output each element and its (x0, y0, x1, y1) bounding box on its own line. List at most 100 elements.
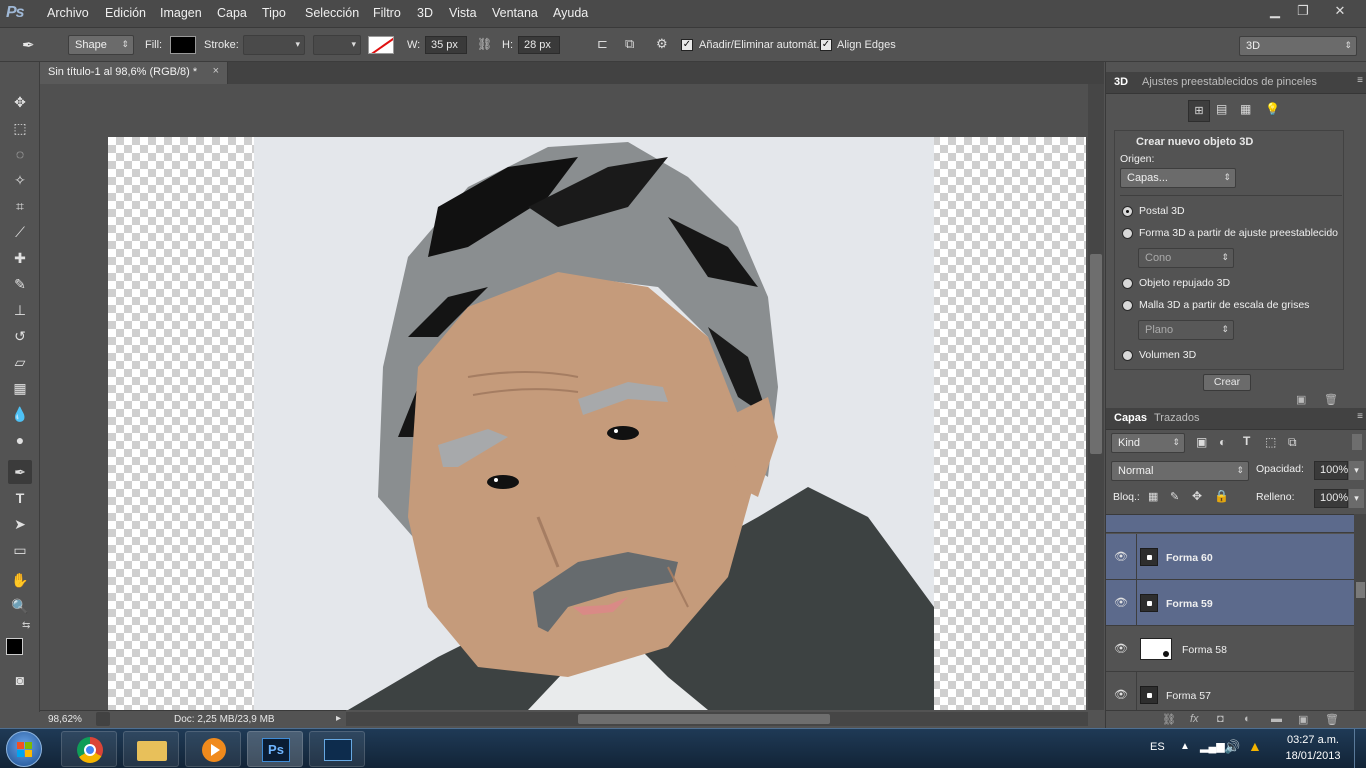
material-filter-icon[interactable]: ▦ (1240, 102, 1251, 116)
zoom-tool-icon[interactable]: 🔍 (8, 594, 32, 618)
eraser-tool-icon[interactable]: ▱ (8, 350, 32, 374)
eye-icon[interactable]: 👁 (1114, 596, 1128, 609)
light-filter-icon[interactable]: 💡 (1265, 102, 1280, 116)
type-filter-icon[interactable]: T (1243, 434, 1250, 448)
origin-dropdown[interactable]: Capas... ⇕ (1120, 168, 1236, 188)
eye-icon[interactable]: 👁 (1114, 550, 1128, 563)
horizontal-scrollbar[interactable] (346, 712, 1088, 726)
new-3d-layer-icon[interactable]: ▣ (1296, 393, 1306, 406)
radio-extrusion-3d[interactable] (1122, 278, 1133, 289)
new-group-icon[interactable]: ▬ (1271, 713, 1282, 725)
tab-layers[interactable]: Capas (1114, 412, 1147, 424)
clock-time[interactable]: 03:27 a.m. (1282, 734, 1344, 746)
width-input[interactable]: 35 px (425, 36, 467, 54)
layer-name[interactable]: Forma 57 (1166, 690, 1211, 702)
menu-edicion[interactable]: Edición (105, 6, 146, 20)
vertical-scrollbar[interactable] (1088, 84, 1104, 710)
show-desktop-button[interactable] (1354, 729, 1366, 768)
opacity-slider-icon[interactable]: ▾ (1349, 461, 1364, 480)
media-player-taskbar-icon[interactable] (185, 731, 241, 767)
radio-postcard-3d[interactable] (1122, 206, 1133, 217)
radio-shape-preset[interactable] (1122, 228, 1133, 239)
pixel-filter-icon[interactable]: ▣ (1196, 435, 1207, 449)
path-selection-tool-icon[interactable]: ➤ (8, 512, 32, 536)
network-signal-icon[interactable]: ▂▄▆ (1200, 740, 1225, 753)
align-edges-checkbox[interactable]: ✓ (820, 39, 832, 51)
mesh-filter-icon[interactable]: ▤ (1216, 102, 1227, 116)
status-preview-icon[interactable] (96, 712, 110, 726)
foreground-color-swatch[interactable] (6, 638, 23, 655)
lasso-tool-icon[interactable]: ◌ (8, 142, 32, 166)
mesh-preset-dropdown[interactable]: Plano ⇕ (1138, 320, 1234, 340)
lock-all-icon[interactable]: 🔒 (1214, 489, 1229, 503)
add-mask-icon[interactable]: ◘ (1217, 713, 1224, 725)
rectangle-tool-icon[interactable]: ▭ (8, 538, 32, 562)
path-arrangement-icon[interactable]: ⧉ (625, 36, 634, 52)
lock-image-icon[interactable]: ✎ (1170, 490, 1179, 503)
volume-icon[interactable]: 🔊 (1224, 739, 1240, 755)
gradient-tool-icon[interactable]: ▦ (8, 376, 32, 400)
opacity-input[interactable]: 100% (1314, 461, 1348, 480)
drive-sync-icon[interactable]: ▲ (1248, 738, 1262, 754)
language-indicator[interactable]: ES (1150, 741, 1165, 753)
workspace-dropdown[interactable]: 3D ⇕ (1239, 36, 1357, 56)
layer-name[interactable]: Forma 60 (1166, 552, 1213, 564)
healing-brush-tool-icon[interactable]: ✚ (8, 246, 32, 270)
crop-tool-icon[interactable]: ⌗ (8, 194, 32, 218)
close-tab-icon[interactable]: × (213, 65, 219, 77)
stroke-style-dropdown[interactable]: ▾ (313, 35, 361, 55)
layer-name[interactable]: Forma 59 (1166, 598, 1213, 610)
brush-tool-icon[interactable]: ✎ (8, 272, 32, 296)
tab-brush-presets[interactable]: Ajustes preestablecidos de pinceles (1142, 76, 1317, 88)
layer-row[interactable]: 👁 Forma 60 (1106, 534, 1354, 580)
fill-input[interactable]: 100% (1314, 489, 1348, 508)
clock-date[interactable]: 18/01/2013 (1282, 750, 1344, 762)
layers-scrollbar[interactable] (1354, 514, 1366, 710)
file-explorer-taskbar-icon[interactable] (123, 731, 179, 767)
lock-position-icon[interactable]: ✥ (1192, 489, 1202, 503)
menu-ayuda[interactable]: Ayuda (553, 6, 588, 20)
blend-mode-dropdown[interactable]: Normal ⇕ (1111, 461, 1249, 481)
eye-icon[interactable]: 👁 (1114, 642, 1128, 655)
status-menu-arrow-icon[interactable]: ▸ (336, 713, 341, 724)
pen-tool-icon[interactable]: ✒ (22, 36, 35, 54)
link-layers-icon[interactable]: ⛓ (1162, 713, 1176, 726)
close-window-button[interactable]: ✕ (1320, 2, 1360, 20)
menu-3d[interactable]: 3D (417, 6, 433, 20)
radio-volume-3d[interactable] (1122, 350, 1133, 361)
show-hidden-icons-icon[interactable]: ▲ (1180, 741, 1190, 752)
swap-colors-icon[interactable]: ⇆ (22, 620, 30, 631)
blur-tool-icon[interactable]: 💧 (8, 402, 32, 426)
layer-row[interactable]: 👁 Forma 58 (1106, 626, 1354, 672)
hand-tool-icon[interactable]: ✋ (8, 568, 32, 592)
layer-row[interactable]: 👁 Forma 57 (1106, 672, 1354, 710)
minimize-button[interactable]: ▁ (1260, 2, 1290, 20)
eyedropper-tool-icon[interactable]: ⟋ (8, 220, 32, 244)
fx-icon[interactable]: fx (1190, 713, 1199, 725)
trash-icon[interactable]: 🗑 (1324, 393, 1338, 406)
vertical-scroll-thumb[interactable] (1090, 254, 1102, 454)
height-input[interactable]: 28 px (518, 36, 560, 54)
layer-name[interactable]: Forma 58 (1182, 644, 1227, 656)
eye-icon[interactable]: 👁 (1114, 688, 1128, 701)
link-icon[interactable]: ⛓ (477, 37, 492, 51)
dodge-tool-icon[interactable]: ● (8, 428, 32, 452)
layer-row-partial[interactable] (1106, 515, 1354, 533)
app-window-taskbar-icon[interactable] (309, 731, 365, 767)
fill-swatch[interactable] (170, 36, 196, 54)
history-brush-tool-icon[interactable]: ↺ (8, 324, 32, 348)
zoom-level[interactable]: 98,62% (48, 714, 82, 725)
move-tool-icon[interactable]: ✥ (8, 90, 32, 114)
create-button[interactable]: Crear (1203, 374, 1251, 391)
new-layer-icon[interactable]: ▣ (1298, 713, 1308, 726)
layer-row[interactable]: 👁 Forma 59 (1106, 580, 1354, 626)
menu-capa[interactable]: Capa (217, 6, 247, 20)
tab-paths[interactable]: Trazados (1154, 412, 1199, 424)
menu-ventana[interactable]: Ventana (492, 6, 538, 20)
document-tab[interactable]: Sin título-1 al 98,6% (RGB/8) * × (40, 62, 228, 84)
type-tool-icon[interactable]: T (8, 486, 32, 510)
auto-add-delete-checkbox[interactable]: ✓ (681, 39, 693, 51)
panel-menu-icon[interactable]: ≡ (1357, 411, 1363, 422)
menu-imagen[interactable]: Imagen (160, 6, 202, 20)
restore-button[interactable]: ❐ (1288, 2, 1318, 20)
